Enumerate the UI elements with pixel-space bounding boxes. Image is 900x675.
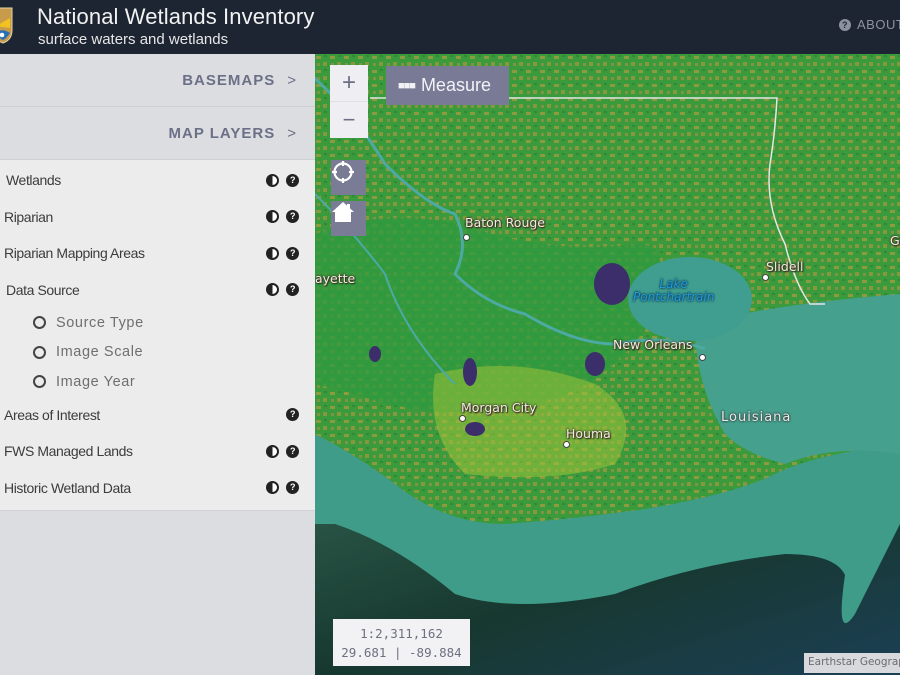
contrast-icon[interactable] (266, 283, 279, 297)
layer-riparian-mapping-areas[interactable]: Riparian Mapping Areas ? (0, 235, 315, 272)
map-layers-label: MAP LAYERS (168, 124, 276, 142)
home-icon (332, 202, 354, 222)
help-icon[interactable]: ? (286, 408, 299, 422)
app-header: National Wetlands Inventory surface wate… (0, 0, 900, 54)
map-imagery (315, 54, 900, 675)
layer-label: Riparian Mapping Areas (4, 245, 145, 262)
layer-areas-of-interest[interactable]: Areas of Interest ? (0, 397, 315, 434)
water-body (463, 358, 477, 386)
option-label: Image Scale (56, 344, 144, 361)
layer-label: FWS Managed Lands (4, 443, 133, 460)
contrast-icon[interactable] (266, 210, 279, 224)
radio-button[interactable] (33, 316, 46, 330)
layer-data-source[interactable]: Data Source ? (0, 272, 315, 309)
option-label: Image Year (56, 373, 136, 390)
lake-maurepas (594, 263, 630, 305)
city-marker (762, 274, 769, 281)
cursor-coordinates: 29.681 | -89.884 (341, 645, 462, 660)
help-icon[interactable]: ? (286, 173, 299, 187)
help-icon[interactable]: ? (286, 283, 299, 297)
basemaps-accordion[interactable]: BASEMAPS > (0, 54, 315, 107)
map-scale: 1:2,311,162 (360, 626, 443, 641)
city-marker (459, 415, 466, 422)
map-view[interactable]: Baton Rouge ayette Slidell G Lake Pontch… (315, 54, 900, 675)
measure-label: Measure (420, 75, 491, 95)
help-icon[interactable]: ? (286, 481, 299, 495)
city-marker (563, 441, 570, 448)
water-body (585, 352, 605, 376)
layer-wetlands[interactable]: Wetlands ? (0, 162, 315, 199)
radio-button[interactable] (33, 345, 46, 359)
layer-label: Wetlands (6, 172, 61, 189)
fws-logo-icon (0, 7, 13, 44)
water-body (369, 346, 381, 362)
contrast-icon[interactable] (266, 444, 279, 458)
sidebar: BASEMAPS > MAP LAYERS > Wetlands ? Ripar… (0, 54, 315, 675)
zoom-out-button[interactable]: − (330, 101, 368, 137)
label-louisiana: Louisiana (721, 410, 792, 425)
map-layers-accordion[interactable]: MAP LAYERS > (0, 107, 315, 160)
layer-label: Historic Wetland Data (4, 479, 131, 496)
crosshair-icon (332, 161, 354, 183)
contrast-icon[interactable] (266, 246, 279, 260)
city-marker (699, 354, 706, 361)
help-icon[interactable]: ? (286, 246, 299, 260)
layer-label: Areas of Interest (4, 406, 100, 423)
help-icon[interactable]: ? (286, 210, 299, 224)
layer-label: Riparian (4, 208, 53, 225)
label-morgan-city: Morgan City (461, 400, 537, 415)
scale-coordinates-readout: 1:2,311,162 29.681 | -89.884 (333, 619, 470, 666)
radio-button[interactable] (33, 375, 46, 389)
option-image-scale[interactable]: Image Scale (0, 338, 315, 368)
chevron-right-icon: > (287, 124, 297, 142)
app-subtitle: surface waters and wetlands (38, 31, 229, 48)
label-lafayette: ayette (315, 271, 356, 286)
label-baton-rouge: Baton Rouge (465, 215, 545, 230)
layer-historic-wetland-data[interactable]: Historic Wetland Data ? (0, 470, 315, 507)
label-slidell: Slidell (766, 259, 804, 274)
chevron-right-icon: > (287, 71, 297, 89)
zoom-control: + − (330, 65, 368, 138)
app-title: National Wetlands Inventory (37, 4, 315, 29)
lake-label-line: Pontchartrain (633, 290, 715, 304)
contrast-icon[interactable] (266, 173, 279, 187)
basemaps-label: BASEMAPS (182, 71, 276, 89)
city-marker (463, 234, 470, 241)
help-icon[interactable]: ? (286, 444, 299, 458)
zoom-in-button[interactable]: + (330, 65, 368, 101)
layer-riparian[interactable]: Riparian ? (0, 199, 315, 236)
label-houma: Houma (566, 426, 611, 441)
about-button[interactable]: ? ABOUT (839, 17, 900, 32)
option-label: Source Type (56, 314, 144, 331)
home-button[interactable] (331, 201, 366, 236)
layer-label: Data Source (6, 281, 80, 298)
label-lake-pontchartrain: Lake Pontchartrain (633, 278, 714, 304)
label-new-orleans: New Orleans (613, 337, 693, 352)
question-circle-icon: ? (839, 18, 851, 31)
layer-fws-managed-lands[interactable]: FWS Managed Lands ? (0, 433, 315, 470)
measure-button[interactable]: ■■■ Measure (386, 66, 509, 105)
layer-list: Wetlands ? Riparian ? Riparian Mapping A… (0, 160, 315, 511)
contrast-icon[interactable] (266, 481, 279, 495)
about-label: ABOUT (857, 17, 900, 32)
option-source-type[interactable]: Source Type (0, 308, 315, 338)
water-body (465, 422, 485, 436)
option-image-year[interactable]: Image Year (0, 367, 315, 397)
ellipsis-icon: ■■■ (398, 79, 416, 92)
locate-button[interactable] (331, 160, 366, 195)
map-attribution[interactable]: Earthstar Geographics (804, 653, 900, 673)
label-gulfport: G (890, 233, 900, 248)
